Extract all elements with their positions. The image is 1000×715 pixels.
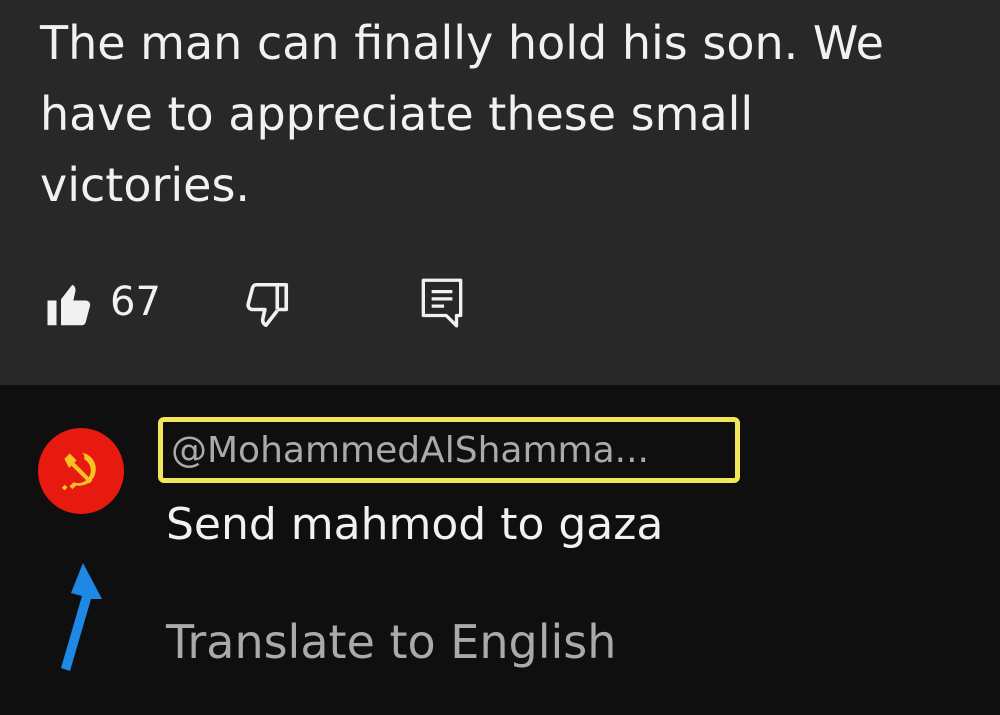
hammer-and-sickle-icon <box>61 452 96 491</box>
thumbs-down-icon <box>246 282 289 328</box>
like-button[interactable] <box>40 275 100 335</box>
avatar[interactable] <box>38 428 124 514</box>
top-comment: The man can finally hold his son. We hav… <box>0 0 1000 385</box>
reply-comment-icon <box>421 278 463 328</box>
thumbs-up-icon <box>47 284 91 326</box>
comment-actions: 67 <box>0 270 1000 340</box>
reply-username[interactable]: @MohammedAlShamma... <box>171 428 649 474</box>
comment-text: The man can finally hold his son. We hav… <box>40 16 884 212</box>
reply-text: Send mahmod to gaza <box>166 499 664 550</box>
dislike-button[interactable] <box>236 275 296 335</box>
username-highlight: @MohammedAlShamma... <box>158 417 740 483</box>
like-count: 67 <box>110 279 161 325</box>
reply-button[interactable] <box>414 272 470 332</box>
reply-comment: @MohammedAlShamma... Send mahmod to gaza… <box>0 385 1000 715</box>
annotation-arrow-icon <box>61 563 102 671</box>
translate-button[interactable]: Translate to English <box>166 613 616 671</box>
